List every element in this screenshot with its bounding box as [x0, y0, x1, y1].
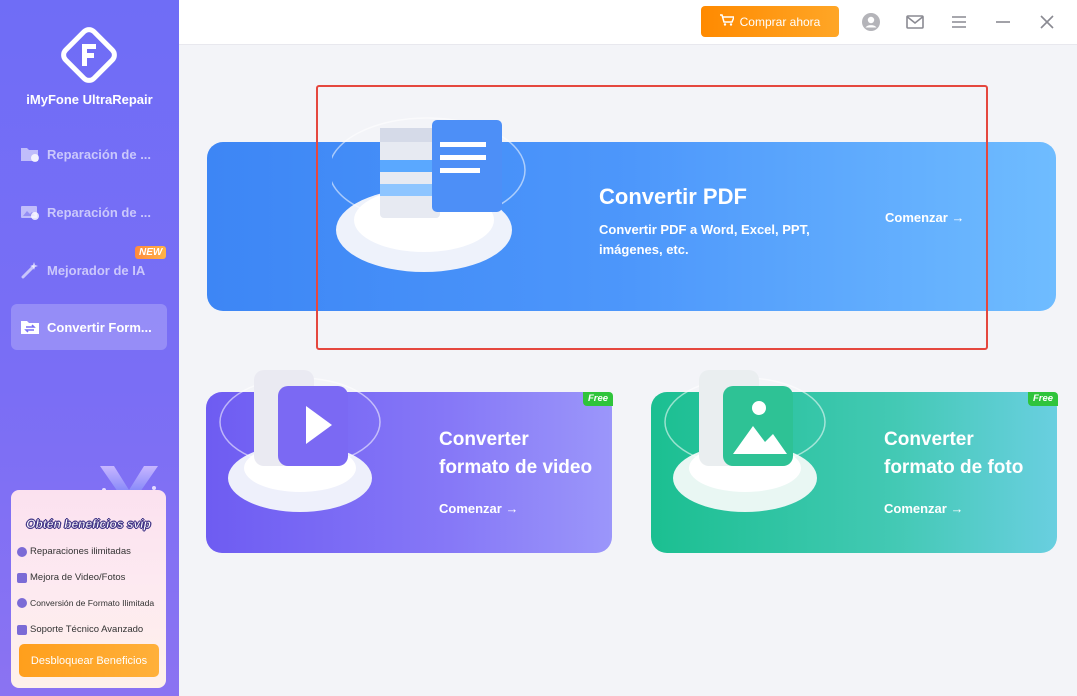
pdf-illustration-icon: [332, 117, 526, 272]
photo-start-link[interactable]: Comenzar →: [884, 501, 963, 516]
cart-icon: [719, 14, 735, 29]
benefit-label: Mejora de Video/Fotos: [30, 572, 126, 583]
pdf-card-desc-line2: imágenes, etc.: [599, 242, 689, 257]
video-card-title-line1: Converter: [439, 429, 529, 450]
convert-pdf-card[interactable]: Convertir PDF Convertir PDF a Word, Exce…: [207, 117, 1056, 311]
promo-card: Obtén beneficios svip Reparaciones ilimi…: [11, 490, 166, 688]
menu-icon[interactable]: [948, 11, 970, 33]
sidebar-item-repair-photos[interactable]: Reparación de ...: [11, 189, 167, 235]
pdf-start-link[interactable]: Comenzar →: [885, 210, 964, 225]
support-icon: [17, 624, 27, 635]
title-bar: Comprar ahora: [179, 0, 1077, 45]
benefit-label: Reparaciones ilimitadas: [30, 546, 131, 557]
video-card-title-line2: formato de video: [439, 457, 593, 478]
repair-icon: [17, 546, 27, 557]
photo-repair-icon: [19, 201, 41, 223]
photo-illustration-icon: [664, 370, 826, 512]
benefit-support: Soporte Técnico Avanzado: [17, 624, 143, 635]
convert-folder-icon: [19, 316, 41, 338]
sidebar-item-label: Mejorador de IA: [47, 262, 146, 278]
promo-title: Obtén beneficios svip: [26, 517, 151, 532]
benefit-video-photo: Mejora de Video/Fotos: [17, 572, 125, 583]
video-icon: [17, 572, 27, 583]
benefit-format-conversion: Conversión de Formato Ilimitada: [17, 598, 154, 608]
benefit-label: Soporte Técnico Avanzado: [30, 624, 144, 635]
video-start-link[interactable]: Comenzar →: [439, 501, 518, 516]
app-logo-icon: [61, 27, 117, 83]
benefit-label: Conversión de Formato Ilimitada: [30, 598, 155, 608]
free-badge: Free: [583, 392, 613, 406]
new-badge: NEW: [135, 246, 167, 259]
benefit-unlimited-repairs: Reparaciones ilimitadas: [17, 546, 131, 557]
video-illustration-icon: [219, 370, 381, 512]
folder-repair-icon: [19, 143, 41, 165]
sidebar: iMyFone UltraRepair Reparación de ... Re…: [0, 0, 179, 696]
free-badge: Free: [1028, 392, 1058, 406]
photo-card-title-line2: formato de foto: [884, 457, 1024, 478]
buy-now-label: Comprar ahora: [739, 14, 821, 29]
ai-wand-icon: [19, 259, 41, 281]
convert-icon: [17, 598, 27, 608]
sidebar-item-convert-format[interactable]: Convertir Form...: [11, 304, 167, 350]
sidebar-item-label: Convertir Form...: [47, 319, 152, 335]
convert-photo-card[interactable]: Converter formato de foto Comenzar → Fre…: [651, 370, 1058, 553]
pdf-card-desc-line1: Convertir PDF a Word, Excel, PPT,: [599, 222, 810, 237]
close-icon[interactable]: [1036, 11, 1058, 33]
app-name: iMyFone UltraRepair: [26, 92, 153, 107]
sidebar-item-label: Reparación de ...: [47, 146, 152, 162]
sidebar-item-repair-files[interactable]: Reparación de ...: [11, 131, 167, 177]
minimize-icon[interactable]: [992, 11, 1014, 33]
unlock-benefits-button[interactable]: Desbloquear Beneficios: [19, 644, 159, 677]
convert-video-card[interactable]: Converter formato de video Comenzar → Fr…: [206, 370, 613, 553]
account-icon[interactable]: [860, 11, 882, 33]
buy-now-button[interactable]: Comprar ahora: [701, 6, 839, 37]
photo-card-title-line1: Converter: [884, 429, 974, 450]
mail-icon[interactable]: [904, 11, 926, 33]
sidebar-item-label: Reparación de ...: [47, 204, 152, 220]
pdf-card-title: Convertir PDF: [599, 184, 747, 209]
